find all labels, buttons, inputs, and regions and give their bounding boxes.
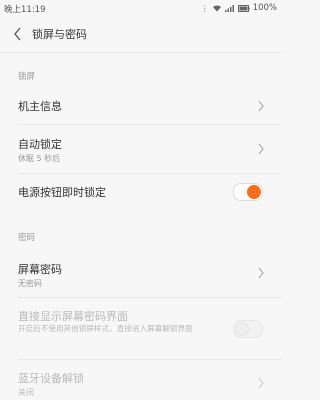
- chevron-right-icon: [258, 377, 264, 389]
- bluetooth-unlock-value: 关闭: [18, 388, 34, 397]
- title-bar: 锁屏与密码: [0, 16, 281, 53]
- screen-password-row[interactable]: 屏幕密码 无密码: [0, 250, 281, 296]
- auto-lock-row[interactable]: 自动锁定 休眠 5 秒后: [0, 125, 281, 173]
- page-title: 锁屏与密码: [32, 28, 87, 41]
- power-button-lock-toggle[interactable]: [233, 183, 263, 201]
- bluetooth-unlock-row[interactable]: 蓝牙设备解锁 关闭: [0, 360, 281, 400]
- status-time: 晚上11:19: [4, 5, 46, 15]
- section-header-password: 密码: [18, 233, 36, 243]
- screen-password-value: 无密码: [18, 279, 42, 288]
- screen-password-label: 屏幕密码: [18, 263, 62, 276]
- show-password-screen-desc: 开启后不使用其他锁屏样式，直接进入屏幕解锁界面: [18, 324, 193, 333]
- show-password-screen-label: 直接显示屏幕密码界面: [18, 310, 128, 323]
- battery-percent: 100%: [252, 3, 277, 13]
- status-icons: ⋮ 100%: [201, 3, 277, 13]
- signal-icon: [224, 5, 234, 12]
- silent-icon: ⋮: [200, 3, 209, 13]
- chevron-right-icon: [258, 143, 264, 155]
- auto-lock-value: 休眠 5 秒后: [18, 154, 61, 163]
- power-button-lock-row[interactable]: 电源按钮即时锁定: [0, 174, 281, 210]
- show-password-screen-row[interactable]: 直接显示屏幕密码界面 开启后不使用其他锁屏样式，直接进入屏幕解锁界面: [0, 298, 281, 358]
- bluetooth-unlock-label: 蓝牙设备解锁: [18, 372, 84, 385]
- auto-lock-label: 自动锁定: [18, 138, 62, 151]
- show-password-screen-toggle[interactable]: [233, 320, 263, 338]
- chevron-right-icon: [258, 100, 264, 112]
- wifi-icon: [212, 5, 221, 12]
- owner-info-row[interactable]: 机主信息: [0, 88, 281, 124]
- back-arrow-icon[interactable]: [10, 25, 26, 43]
- toggle-knob: [247, 185, 261, 199]
- toggle-knob: [235, 322, 249, 336]
- owner-info-label: 机主信息: [18, 100, 62, 113]
- chevron-right-icon: [258, 267, 264, 279]
- battery-icon: [237, 4, 250, 12]
- status-bar: 晚上11:19 ⋮ 100%: [0, 0, 281, 16]
- power-button-lock-label: 电源按钮即时锁定: [18, 186, 106, 199]
- section-header-lock: 锁屏: [18, 72, 36, 82]
